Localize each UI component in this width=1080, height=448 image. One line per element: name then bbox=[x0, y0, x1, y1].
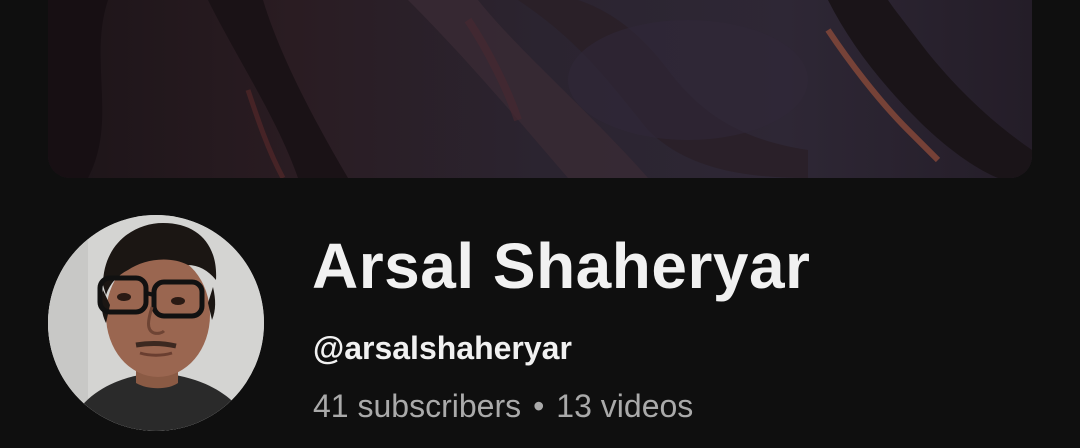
separator-dot: • bbox=[533, 388, 545, 424]
avatar-image bbox=[48, 215, 264, 431]
subscriber-count: 41 subscribers bbox=[313, 388, 522, 424]
video-count: 13 videos bbox=[556, 388, 694, 424]
channel-name: Arsal Shaheryar bbox=[312, 230, 811, 302]
banner-image bbox=[48, 0, 1032, 178]
channel-avatar[interactable] bbox=[48, 215, 264, 431]
channel-header: Arsal Shaheryar @arsalshaheryar 41 subsc… bbox=[0, 0, 1080, 448]
channel-stats: 41 subscribers • 13 videos bbox=[313, 384, 693, 428]
channel-handle: @arsalshaheryar bbox=[313, 330, 572, 366]
channel-banner[interactable] bbox=[48, 0, 1032, 178]
